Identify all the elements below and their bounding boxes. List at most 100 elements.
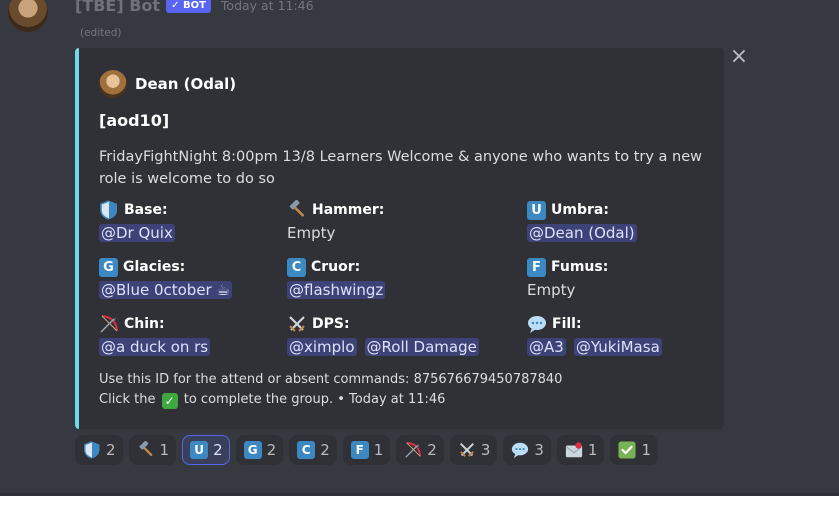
field-name: F Fumus: (527, 257, 747, 277)
embed-field: Hammer: Empty (287, 200, 507, 242)
field-name-label: Base: (124, 202, 168, 218)
edited-label: (edited) (80, 27, 122, 39)
embed-author-avatar (99, 70, 127, 98)
user-mention[interactable]: @YukiMasa (573, 338, 662, 356)
envelope-icon (565, 441, 583, 459)
letter-c-icon: C (297, 441, 316, 459)
field-value: @ximplo @Roll Damage (287, 338, 507, 356)
reaction-bow-and-arrow[interactable]: 2 (396, 435, 444, 465)
reaction-crossed-swords[interactable]: 3 (449, 435, 498, 465)
reaction-bar: 21U2G2C2F123311 (75, 435, 659, 465)
hammer-icon (137, 441, 155, 459)
field-name: C Cruor: (287, 257, 507, 277)
field-name: Base: (99, 200, 319, 220)
field-value: @A3 @YukiMasa (527, 338, 747, 356)
reaction-count: 1 (641, 441, 652, 459)
embed-field: F Fumus: Empty (527, 257, 747, 299)
field-name-label: Fumus: (551, 259, 609, 275)
embed-author: Dean (Odal) (99, 70, 236, 98)
reaction-count: 2 (266, 441, 277, 459)
embed-description: FridayFightNight 8:00pm 13/8 Learners We… (99, 149, 703, 187)
field-name-label: Umbra: (551, 202, 609, 218)
field-name: G Glacies: (99, 257, 319, 277)
embed-field: C Cruor: @flashwingz (287, 257, 507, 299)
hammer-icon (287, 200, 307, 220)
close-button[interactable]: × (729, 46, 749, 68)
field-value: Empty (527, 281, 747, 299)
footer-line-1: Use this ID for the attend or absent com… (99, 372, 563, 387)
embed: Dean (Odal) [aod10] FridayFightNight 8:0… (75, 48, 724, 429)
letter-u-icon: U (190, 441, 209, 459)
field-name: Fill: (527, 314, 747, 334)
field-name-label: Fill: (552, 316, 582, 332)
letter-f-icon: F (527, 257, 546, 277)
field-name-label: Chin: (124, 316, 165, 332)
field-value-text: Empty (527, 281, 576, 299)
bot-tag: ✓ BOT (166, 0, 211, 13)
field-value: @Dean (Odal) (527, 224, 747, 242)
reaction-letter-c[interactable]: C2 (289, 435, 337, 465)
field-name: Hammer: (287, 200, 507, 220)
reaction-count: 1 (373, 441, 384, 459)
user-mention[interactable]: @A3 (527, 338, 566, 356)
bottom-strip (0, 493, 839, 509)
reaction-count: 2 (320, 441, 330, 459)
user-mention[interactable]: @Dean (Odal) (527, 224, 637, 242)
footer-line-2-post: to complete the group. • Today at 11:46 (183, 392, 446, 407)
crossed-swords-icon (287, 314, 307, 334)
user-mention[interactable]: @flashwingz (287, 281, 386, 299)
field-name-label: Glacies: (123, 259, 186, 275)
reaction-letter-u[interactable]: U2 (182, 435, 230, 465)
reaction-count: 2 (213, 441, 223, 459)
reaction-count: 3 (480, 441, 491, 459)
letter-c-icon: C (287, 257, 306, 277)
embed-field: DPS: @ximplo @Roll Damage (287, 314, 507, 356)
embed-field: Chin: @a duck on rs (99, 314, 319, 356)
bot-avatar[interactable] (8, 0, 48, 32)
letter-g-icon: G (99, 257, 118, 277)
user-mention[interactable]: @Dr Quix (99, 224, 175, 242)
message-header: [TBE] Bot ✓ BOT Today at 11:46 (75, 0, 314, 16)
reaction-count: 2 (427, 441, 437, 459)
letter-u-icon: U (527, 200, 546, 220)
user-mention[interactable]: @Roll Damage (364, 338, 479, 356)
reaction-shield[interactable]: 2 (75, 435, 123, 465)
letter-g-icon: G (243, 441, 262, 459)
user-mention[interactable]: @a duck on rs (99, 338, 211, 356)
field-value: @flashwingz (287, 281, 507, 299)
user-mention[interactable]: @Blue 0ctober ☕ (99, 281, 232, 299)
field-value: @a duck on rs (99, 338, 319, 356)
message-timestamp[interactable]: Today at 11:46 (221, 0, 314, 13)
field-value: Empty (287, 224, 507, 242)
speech-balloon-icon (511, 441, 529, 459)
reaction-speech-balloon[interactable]: 3 (503, 435, 551, 465)
reaction-check-mark[interactable]: 1 (610, 435, 659, 465)
author-name[interactable]: [TBE] Bot (75, 0, 160, 15)
footer-line-2: Click the ✓ to complete the group. • Tod… (99, 390, 562, 410)
bow-and-arrow-icon (404, 441, 422, 459)
bot-tag-label: BOT (182, 0, 206, 11)
embed-field: G Glacies: @Blue 0ctober ☕ (99, 257, 319, 299)
reaction-count: 1 (587, 441, 598, 459)
user-mention[interactable]: @ximplo (287, 338, 357, 356)
bow-and-arrow-icon (99, 314, 119, 334)
crossed-swords-icon (458, 441, 476, 459)
embed-author-name: Dean (Odal) (135, 75, 237, 93)
reaction-letter-g[interactable]: G2 (235, 435, 284, 465)
embed-footer: Use this ID for the attend or absent com… (99, 370, 562, 410)
field-name-label: DPS: (312, 316, 350, 332)
check-mark-icon (618, 441, 637, 459)
reaction-envelope[interactable]: 1 (556, 435, 605, 465)
field-name: DPS: (287, 314, 507, 334)
embed-field: Fill: @A3 @YukiMasa (527, 314, 747, 356)
embed-field: U Umbra: @Dean (Odal) (527, 200, 747, 242)
embed-title: [aod10] (99, 111, 170, 130)
field-name: Chin: (99, 314, 319, 334)
reaction-hammer[interactable]: 1 (128, 435, 177, 465)
shield-icon (99, 200, 119, 220)
field-value-text: Empty (287, 224, 336, 242)
letter-f-icon: F (350, 441, 369, 459)
reaction-letter-f[interactable]: F1 (342, 435, 391, 465)
field-name-label: Hammer: (312, 202, 385, 218)
field-value: @Dr Quix (99, 224, 319, 242)
